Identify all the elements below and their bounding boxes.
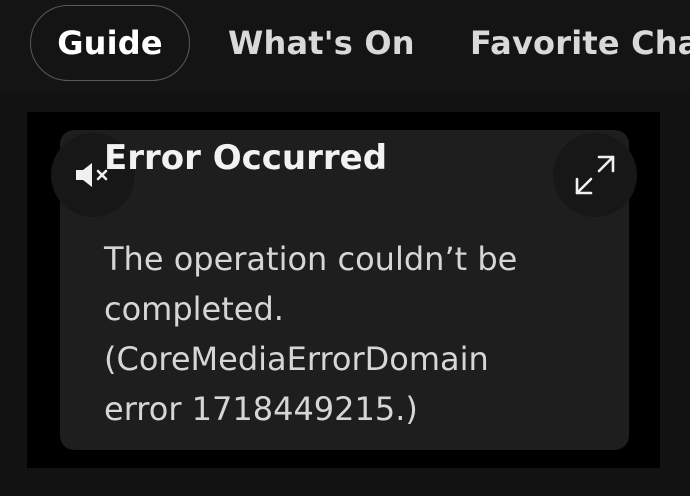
expand-icon <box>575 155 615 195</box>
tab-whats-on[interactable]: What's On <box>228 5 415 81</box>
tab-guide[interactable]: Guide <box>30 5 190 81</box>
error-title: Error Occurred <box>104 138 388 178</box>
tab-favorite-channels[interactable]: Favorite Chan <box>470 5 690 81</box>
tab-bar: Guide What's On Favorite Chan <box>0 0 690 92</box>
app-screen: Guide What's On Favorite Chan Error Occu… <box>0 0 690 496</box>
fullscreen-button[interactable] <box>553 133 637 217</box>
error-message: The operation couldn’t be completed. (Co… <box>104 240 518 428</box>
